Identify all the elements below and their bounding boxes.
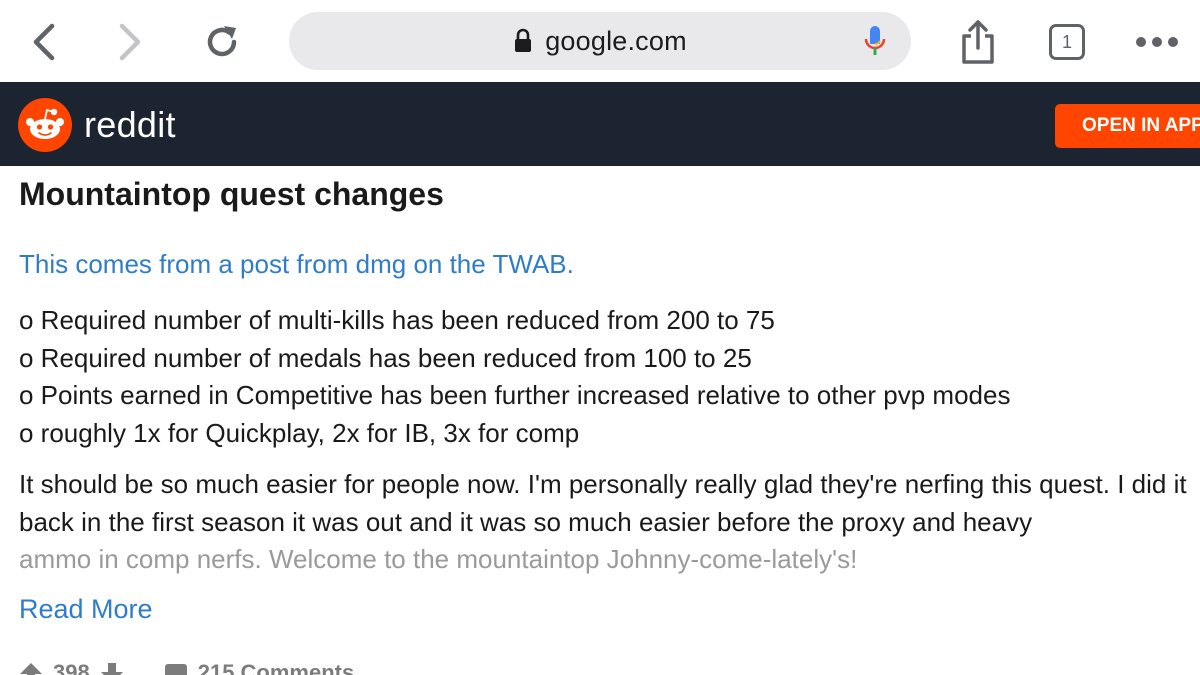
body-text-faded: ammo in comp nerfs. Welcome to the mount… <box>19 544 858 574</box>
tabs-icon: 1 <box>1049 24 1085 60</box>
list-item: o Required number of medals has been red… <box>19 342 752 373</box>
chevron-left-icon <box>33 23 55 61</box>
body-text: It should be so much easier for people n… <box>19 469 1187 537</box>
changes-list: o Required number of multi-kills has bee… <box>19 302 1010 452</box>
comments-link[interactable]: 215 Comments <box>198 660 355 675</box>
lock-icon <box>513 28 533 54</box>
post-footer: 398 215 Comments <box>19 658 519 675</box>
reddit-wordmark: reddit <box>84 104 176 145</box>
more-button[interactable] <box>1133 18 1181 66</box>
chevron-right-icon <box>119 23 141 61</box>
more-icon <box>1136 37 1178 47</box>
browser-toolbar: google.com 1 <box>0 0 1200 82</box>
tab-count: 1 <box>1061 31 1072 52</box>
reddit-logo[interactable]: reddit <box>18 98 176 152</box>
snoo-icon <box>18 98 72 152</box>
list-item: o roughly 1x for Quickplay, 2x for IB, 3… <box>19 417 580 448</box>
comment-icon <box>164 664 187 675</box>
vote-count: 398 <box>53 660 90 675</box>
list-item: o Points earned in Competitive has been … <box>19 380 1011 410</box>
back-button[interactable] <box>20 18 68 66</box>
list-item: o Required number of multi-kills has bee… <box>19 305 775 335</box>
upvote-icon[interactable] <box>19 662 43 675</box>
reload-button[interactable] <box>198 18 246 66</box>
downvote-icon[interactable] <box>100 662 124 675</box>
share-icon <box>962 20 994 64</box>
reddit-header: reddit OPEN IN APP <box>0 82 1200 166</box>
reload-icon <box>207 26 237 57</box>
open-in-app-button[interactable]: OPEN IN APP <box>1055 104 1200 148</box>
url-text: google.com <box>545 25 687 56</box>
read-more-link[interactable]: Read More <box>19 594 153 625</box>
address-bar[interactable]: google.com <box>289 12 911 70</box>
microphone-icon[interactable] <box>859 25 891 57</box>
post-title[interactable]: Mountaintop quest changes <box>19 176 444 213</box>
forward-button[interactable] <box>106 18 154 66</box>
post-body: It should be so much easier for people n… <box>19 466 1189 579</box>
source-link[interactable]: This comes from a post from dmg on the T… <box>19 249 574 280</box>
tabs-button[interactable]: 1 <box>1043 18 1091 66</box>
share-button[interactable] <box>954 18 1002 66</box>
